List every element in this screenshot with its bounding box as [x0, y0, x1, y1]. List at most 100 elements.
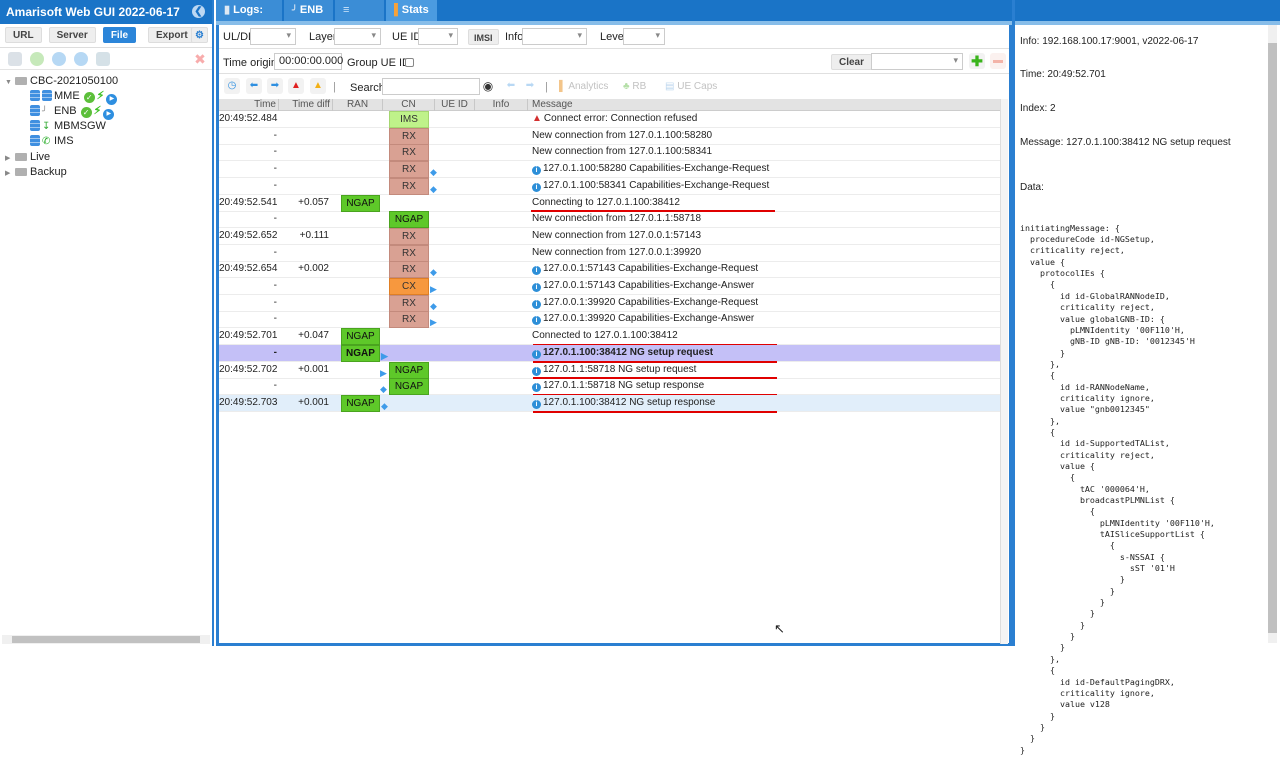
preset-select[interactable]	[871, 53, 963, 70]
file-button[interactable]: File	[102, 27, 137, 43]
table-row[interactable]: - RX ◆ i 127.0.1.100:58280 Capabilities-Exch…	[219, 161, 1003, 179]
cn-badge[interactable]: RX	[389, 294, 429, 312]
tree-node-mme[interactable]: MME ✓ ⚡︎ ▶	[30, 89, 118, 105]
clear-button[interactable]: Clear	[831, 54, 873, 70]
check-icon[interactable]	[30, 52, 44, 66]
info-select[interactable]	[522, 28, 587, 45]
tab-logs[interactable]: ▮ Logs: 18	[216, 0, 283, 37]
rb-button[interactable]: ♣ RB	[623, 81, 646, 92]
table-row[interactable]: - CX ▶ i 127.0.0.1:57143 Capabilities-Exchan…	[219, 278, 1003, 295]
layer-select[interactable]	[334, 28, 381, 45]
delete-icon[interactable]: ✖	[193, 52, 207, 66]
cn-badge[interactable]: RX	[389, 261, 429, 279]
error-icon[interactable]: ▲	[288, 78, 304, 94]
settings-icon[interactable]: ⚙	[191, 27, 208, 43]
ue-caps-button[interactable]: ▤ UE Caps	[665, 81, 717, 92]
tab-stats[interactable]: ▌Stats	[386, 0, 438, 21]
clock-icon[interactable]: ◷	[224, 78, 240, 94]
table-row[interactable]: - RX ◆ i 127.0.1.100:58341 Capabilities-Exch…	[219, 177, 1003, 195]
table-row[interactable]: 20:49:52.702 +0.001 NGAP ▶ i 127.0.1.1:58718 …	[219, 361, 1003, 379]
collapse-panel-icon[interactable]: ❮	[192, 5, 205, 18]
tree-node-cbc[interactable]: ▼ CBC-2021050100	[5, 74, 118, 89]
expand-down-icon[interactable]: ▼	[5, 75, 13, 90]
table-row[interactable]: - NGAP New connection from 127.0.1.1:58718	[219, 211, 1003, 229]
cn-badge[interactable]: RX	[389, 144, 429, 162]
ueid-select[interactable]	[418, 28, 458, 45]
cn-badge[interactable]: RX	[389, 311, 429, 329]
table-row[interactable]: - RX New connection from 127.0.1.100:58280	[219, 127, 1003, 145]
table-row[interactable]: - RX New connection from 127.0.0.1:39920	[219, 244, 1003, 262]
tree-node-enb[interactable]: ╯ ENB ✓ ⚡︎ ▶	[30, 104, 115, 120]
table-row[interactable]: - NGAP ▶ i 127.0.1.100:38412 NG setup reques…	[219, 344, 1003, 362]
cn-badge[interactable]: CX	[389, 278, 429, 295]
cn-badge[interactable]: IMS	[389, 111, 429, 128]
col-ran[interactable]: RAN	[333, 99, 383, 111]
analytics-button[interactable]: ▌ Analytics	[559, 81, 608, 92]
cn-badge[interactable]: RX	[389, 244, 429, 262]
table-row[interactable]: 20:49:52.484 IMS ▲ Connect error: Connectio…	[219, 111, 1003, 128]
server-button[interactable]: Server	[48, 27, 96, 43]
time-origin-input[interactable]: 00:00:00.000	[274, 53, 343, 70]
url-button[interactable]: URL	[5, 27, 42, 43]
search-next-icon[interactable]: ➡	[522, 78, 538, 94]
ran-badge[interactable]: NGAP	[341, 328, 380, 346]
search-prev-icon[interactable]: ⬅	[503, 78, 519, 94]
table-row[interactable]: 20:49:52.541 +0.057 NGAP Connecting to 127.…	[219, 194, 1003, 212]
imsi-button[interactable]: IMSI	[468, 29, 499, 45]
tree-node-backup[interactable]: ▶ Backup	[5, 165, 67, 180]
col-info[interactable]: Info	[475, 99, 528, 111]
col-message[interactable]: Message	[528, 99, 1003, 111]
table-row[interactable]: - RX ▶ i 127.0.0.1:39920 Capabilities-Exchan…	[219, 311, 1003, 329]
play-icon[interactable]	[74, 52, 88, 66]
table-row[interactable]: - RX ◆ i 127.0.0.1:39920 Capabilities-Exchan…	[219, 294, 1003, 312]
horizontal-scrollbar[interactable]	[2, 635, 210, 644]
table-row[interactable]: 20:49:52.654 +0.002 RX ◆ i 127.0.0.1:57143 Ca…	[219, 261, 1003, 279]
refresh-icon[interactable]	[52, 52, 66, 66]
ran-badge[interactable]: NGAP	[341, 344, 380, 362]
level-select[interactable]	[623, 28, 665, 45]
cn-badge[interactable]: NGAP	[389, 361, 429, 379]
table-row[interactable]: - NGAP ◆ i 127.0.1.1:58718 NG setup response	[219, 378, 1003, 396]
add-icon[interactable]: ✚	[969, 53, 985, 69]
expand-right-icon[interactable]: ▶	[5, 166, 13, 181]
table-row[interactable]: 20:49:52.652 +0.111 RX New connection from …	[219, 227, 1003, 245]
disconnect-icon[interactable]	[96, 52, 110, 66]
cn-badge[interactable]: RX	[389, 161, 429, 179]
detail-scrollbar[interactable]	[1268, 25, 1277, 643]
remove-icon[interactable]: ▬	[990, 53, 1006, 69]
export-button[interactable]: Export	[148, 27, 196, 43]
scrollbar-thumb[interactable]	[12, 636, 200, 643]
tree-node-live[interactable]: ▶ Live	[5, 150, 50, 165]
search-input[interactable]	[382, 78, 480, 95]
col-time[interactable]: Time	[219, 99, 279, 111]
detail-content: Info: 192.168.100.17:9001, v2022-06-17 T…	[1020, 17, 1270, 779]
col-time-diff[interactable]: Time diff	[279, 99, 333, 111]
cn-badge[interactable]: RX	[389, 127, 429, 145]
arrow-right-icon[interactable]: ➡	[267, 78, 283, 94]
table-row[interactable]: 20:49:52.703 +0.001 NGAP ◆ i 127.0.1.100:3841…	[219, 394, 1003, 412]
cn-badge[interactable]: NGAP	[389, 378, 429, 396]
separator: |	[333, 81, 336, 93]
col-ueid[interactable]: UE ID	[435, 99, 475, 111]
tab-enb[interactable]: ╯ ENB	[284, 0, 334, 21]
wrench-icon[interactable]	[8, 52, 22, 66]
table-row[interactable]: 20:49:52.701 +0.047 NGAP Connected to 127.0…	[219, 328, 1003, 346]
cn-badge[interactable]: RX	[389, 227, 429, 245]
tab-mme[interactable]: ≡ MME	[335, 0, 385, 37]
tree-node-mbmsgw[interactable]: ↧ MBMSGW	[30, 119, 106, 134]
group-ueid-checkbox[interactable]	[405, 58, 414, 67]
scrollbar-thumb[interactable]	[1268, 43, 1277, 633]
table-row[interactable]: - RX New connection from 127.0.1.100:58341	[219, 144, 1003, 162]
vertical-scrollbar[interactable]	[1000, 99, 1008, 644]
uldl-select[interactable]	[250, 28, 296, 45]
binoculars-icon[interactable]: ◉	[480, 78, 496, 94]
expand-right-icon[interactable]: ▶	[5, 151, 13, 166]
col-cn[interactable]: CN	[383, 99, 435, 111]
ran-badge[interactable]: NGAP	[341, 394, 380, 412]
ran-badge[interactable]: NGAP	[341, 194, 380, 212]
cn-badge[interactable]: NGAP	[389, 211, 429, 229]
tree-node-ims[interactable]: ✆ IMS	[30, 134, 74, 149]
arrow-left-icon[interactable]: ⬅	[246, 78, 262, 94]
cn-badge[interactable]: RX	[389, 177, 429, 195]
warning-icon[interactable]: ▲	[310, 78, 326, 94]
